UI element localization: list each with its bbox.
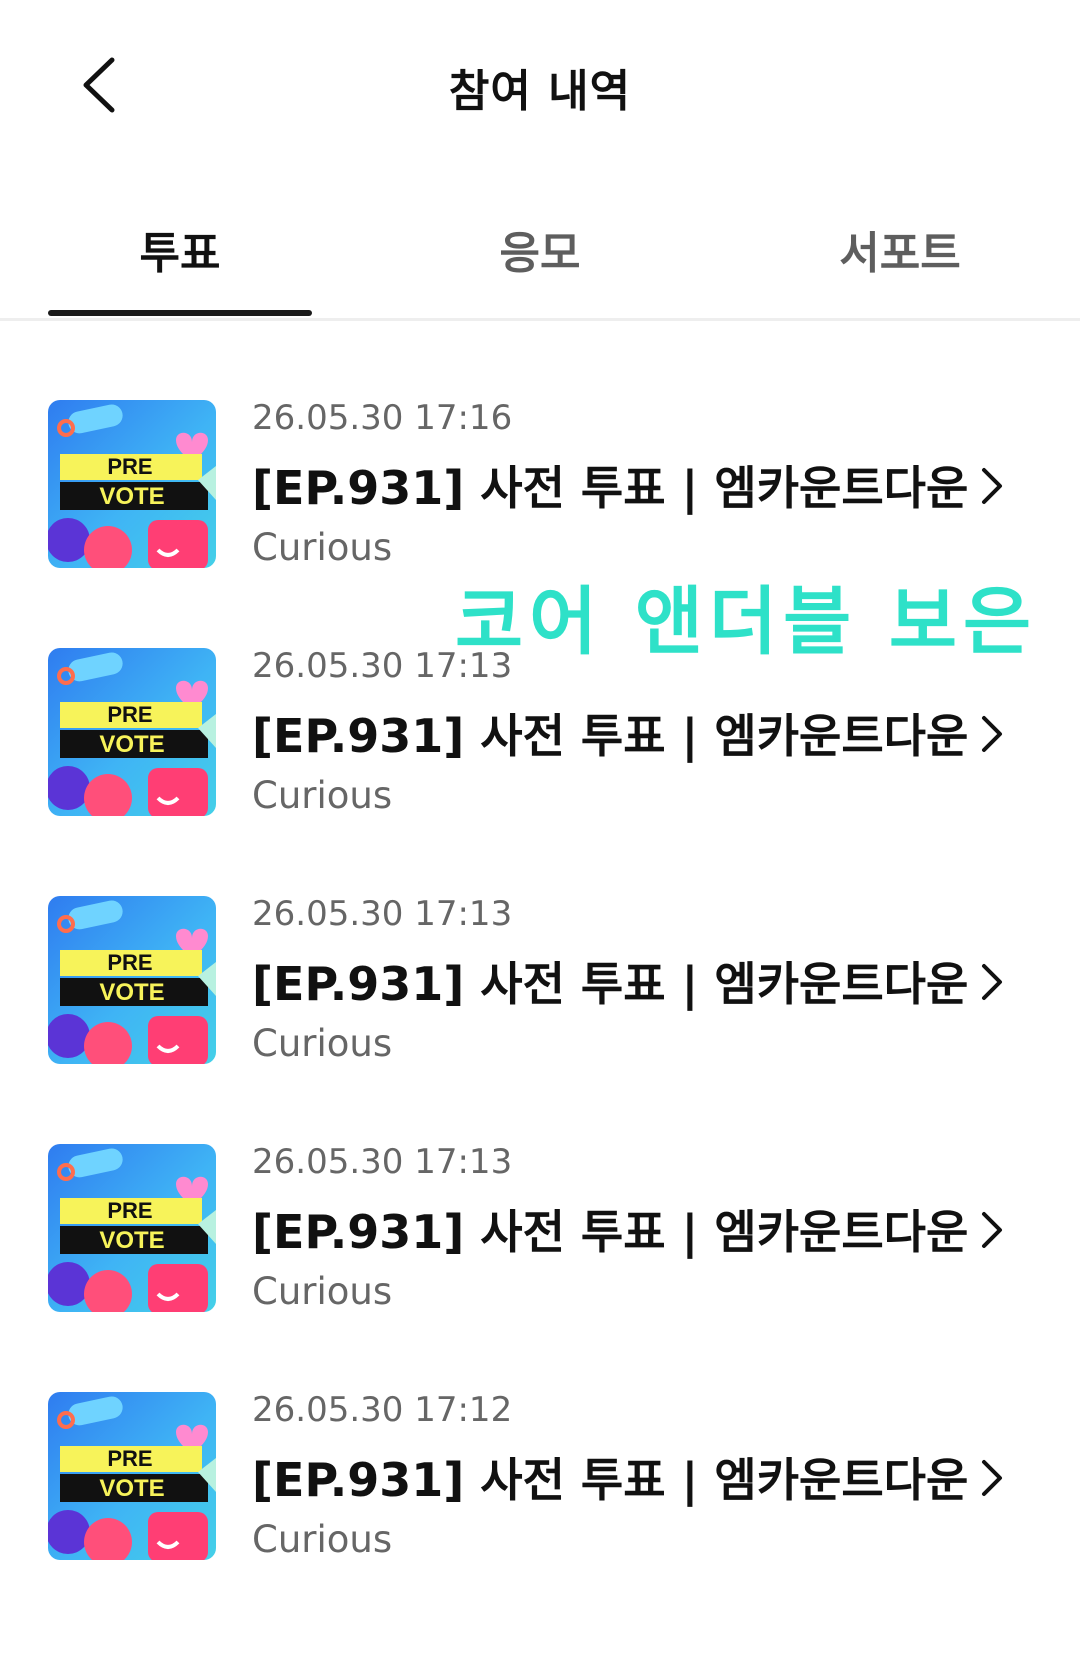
pre-vote-thumbnail: PRE VOTE xyxy=(48,400,216,568)
tab-vote[interactable]: 투표 xyxy=(0,217,360,281)
svg-text:VOTE: VOTE xyxy=(99,1227,164,1254)
pre-vote-thumbnail: PRE VOTE xyxy=(48,1144,216,1312)
tab-support[interactable]: 서포트 xyxy=(720,217,1080,281)
item-title: [EP.931] 사전 투표 | 엠카운트다운 xyxy=(252,461,969,515)
svg-text:PRE: PRE xyxy=(107,702,152,727)
svg-text:VOTE: VOTE xyxy=(99,979,164,1006)
list-item[interactable]: PRE VOTE 26.05.30 17:13 [EP.931] 사전 투표 |… xyxy=(0,894,1080,1096)
list-item[interactable]: PRE VOTE 26.05.30 17:12 [EP.931] 사전 투표 |… xyxy=(0,1390,1080,1592)
chevron-right-icon xyxy=(982,468,1002,504)
svg-text:VOTE: VOTE xyxy=(99,731,164,758)
item-subtitle: Curious xyxy=(252,1270,393,1313)
item-title: [EP.931] 사전 투표 | 엠카운트다운 xyxy=(252,709,969,763)
item-title: [EP.931] 사전 투표 | 엠카운트다운 xyxy=(252,1205,969,1259)
svg-text:PRE: PRE xyxy=(107,1198,152,1223)
tab-entry[interactable]: 응모 xyxy=(360,217,720,281)
svg-text:PRE: PRE xyxy=(107,950,152,975)
list-item[interactable]: PRE VOTE 26.05.30 17:13 [EP.931] 사전 투표 |… xyxy=(0,1142,1080,1344)
header: 참여 내역 xyxy=(0,0,1080,170)
item-title: [EP.931] 사전 투표 | 엠카운트다운 xyxy=(252,957,969,1011)
svg-text:VOTE: VOTE xyxy=(99,1475,164,1502)
svg-text:VOTE: VOTE xyxy=(99,483,164,510)
item-date: 26.05.30 17:16 xyxy=(252,398,513,438)
svg-text:PRE: PRE xyxy=(107,454,152,479)
item-date: 26.05.30 17:13 xyxy=(252,1142,513,1182)
item-subtitle: Curious xyxy=(252,1518,393,1561)
item-title: [EP.931] 사전 투표 | 엠카운트다운 xyxy=(252,1453,969,1507)
chevron-right-icon xyxy=(982,964,1002,1000)
chevron-right-icon xyxy=(982,1460,1002,1496)
item-subtitle: Curious xyxy=(252,526,393,569)
overlay-caption: 코어 앤더블 보은 xyxy=(455,579,1038,665)
item-date: 26.05.30 17:13 xyxy=(252,894,513,934)
item-date: 26.05.30 17:12 xyxy=(252,1390,513,1430)
active-tab-indicator xyxy=(48,310,312,316)
list-item[interactable]: PRE VOTE 26.05.30 17:13 [EP.931] 사전 투표 |… xyxy=(0,646,1080,848)
svg-text:PRE: PRE xyxy=(107,1446,152,1471)
chevron-right-icon xyxy=(982,1212,1002,1248)
item-subtitle: Curious xyxy=(252,1022,393,1065)
chevron-right-icon xyxy=(982,716,1002,752)
page-title: 참여 내역 xyxy=(448,66,632,117)
pre-vote-thumbnail: PRE VOTE xyxy=(48,648,216,816)
item-subtitle: Curious xyxy=(252,774,393,817)
tab-bar: 투표 응모 서포트 xyxy=(0,195,1080,321)
pre-vote-thumbnail: PRE VOTE xyxy=(48,1392,216,1560)
pre-vote-thumbnail: PRE VOTE xyxy=(48,896,216,1064)
